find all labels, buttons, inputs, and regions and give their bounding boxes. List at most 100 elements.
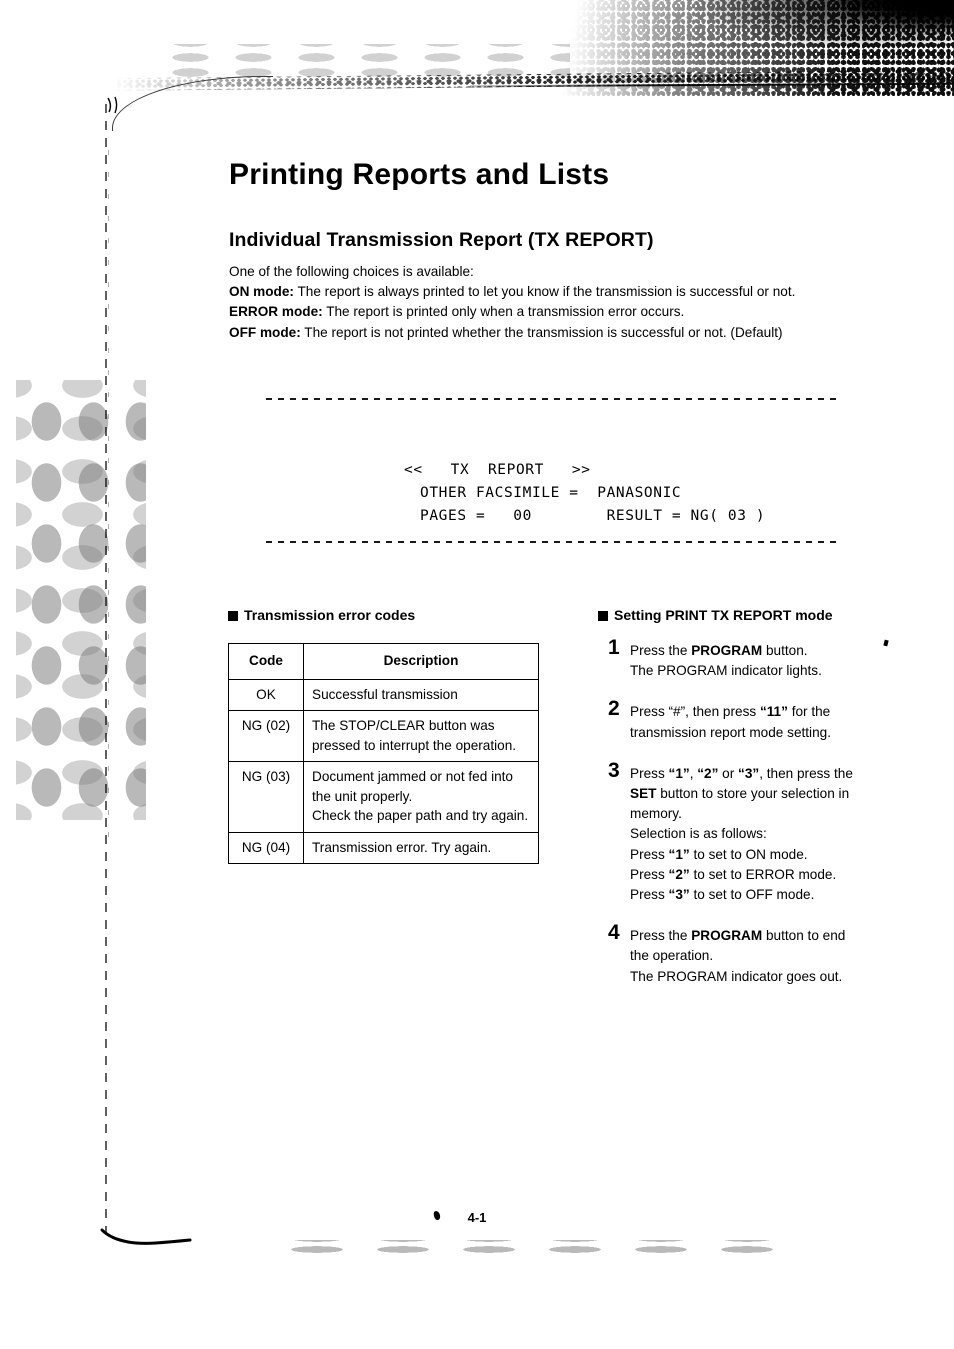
table-cell-description: Successful transmission [303, 678, 539, 711]
step-text-line: Press “1”, “2” or “3”, then press the [630, 764, 918, 784]
step-emphasis: “3” [738, 765, 760, 781]
square-bullet-icon [598, 611, 608, 621]
step-text: Press the [630, 643, 692, 658]
intro-mode-error-text: The report is printed only when a transm… [326, 304, 685, 320]
intro-mode-on-label: ON mode [229, 284, 290, 300]
intro-mode-on-separator: : [289, 284, 294, 300]
step-item: 3 Press “1”, “2” or “3”, then press the SE… [598, 758, 918, 905]
step-text-line: the operation. [630, 946, 918, 966]
section-title: Individual Transmission Report (TX REPOR… [229, 229, 654, 252]
table-cell-code: OK [228, 678, 304, 711]
table-cell-code: NG (02) [228, 710, 304, 762]
step-text: The PROGRAM indicator lights. [630, 663, 822, 679]
step-text: The PROGRAM indicator goes out. [630, 968, 843, 984]
step-text-line: Press “#”, then press “11” for the [630, 702, 918, 722]
intro-lead: One of the following choices is availabl… [229, 264, 474, 279]
step-item: 2 Press “#”, then press “11” for the trans… [598, 697, 918, 743]
step-text: Press [630, 866, 669, 882]
step-text: Press [630, 846, 669, 862]
error-codes-heading: Transmission error codes [228, 607, 415, 623]
intro-mode-error: ERROR mode: The report is printed only w… [229, 302, 919, 322]
table-header-description: Description [303, 643, 539, 680]
step-text: Press [630, 765, 669, 781]
step-emphasis: “2” [697, 765, 719, 781]
step-emphasis: “2” [668, 866, 690, 882]
square-bullet-icon [228, 611, 238, 621]
setting-mode-steps: 1 Press the PROGRAM button. The PROGRAM in… [598, 636, 918, 1008]
step-text: Press [630, 887, 669, 903]
step-text: to set to OFF mode. [689, 887, 815, 903]
step-text: to set to ON mode. [689, 846, 808, 862]
step-emphasis: “3” [668, 887, 690, 903]
step-emphasis: SET [630, 786, 657, 802]
table-header-code: Code [228, 643, 304, 680]
step-text: , then press the [759, 765, 853, 781]
step-text-line: The PROGRAM indicator goes out. [630, 967, 918, 987]
table-cell-description: Document jammed or not fed into the unit… [303, 761, 539, 833]
step-text: Press the [630, 928, 692, 944]
intro-mode-on-text: The report is always printed to let you … [297, 284, 796, 300]
step-text-line: memory. [630, 804, 918, 824]
step-emphasis: “1” [668, 765, 690, 781]
fax-sample-line-2: OTHER FACSIMILE = PANASONIC [420, 485, 682, 501]
fax-sample-line-1: << TX REPORT >> [404, 462, 591, 478]
step-text: to set to ERROR mode. [689, 866, 837, 882]
footer-page-number: 4-1 [467, 1210, 487, 1225]
setting-mode-heading: Setting PRINT TX REPORT mode [598, 607, 833, 623]
step-text: button to store your selection in [656, 786, 850, 802]
step-text-line: Selection is as follows: [630, 824, 918, 844]
table-header-row: Code Description [228, 643, 539, 680]
step-text: Press “#”, then press [630, 704, 760, 720]
intro-mode-off: OFF mode: The report is not printed whet… [229, 323, 919, 343]
step-text-line: Press “3” to set to OFF mode. [630, 885, 918, 905]
step-emphasis: PROGRAM [691, 643, 763, 658]
table-cell-description: Transmission error. Try again. [303, 831, 539, 864]
intro-mode-error-label: ERROR mode [229, 304, 319, 320]
intro-mode-on: ON mode: The report is always printed to… [229, 282, 919, 302]
step-emphasis: “1” [668, 846, 690, 862]
intro-mode-off-separator: : [296, 324, 301, 340]
step-number: 3 [608, 758, 620, 782]
fax-report-sample: << TX REPORT >> OTHER FACSIMILE = PANASO… [404, 436, 765, 551]
table-row: NG (04) Transmission error. Try again. [228, 831, 539, 864]
step-text: button. [762, 643, 808, 658]
step-text-line: Press “2” to set to ERROR mode. [630, 865, 918, 885]
step-emphasis: “11” [759, 704, 788, 720]
intro-mode-error-separator: : [318, 304, 323, 320]
step-text-line: transmission report mode setting. [630, 723, 918, 743]
step-text-line: The PROGRAM indicator lights. [630, 661, 918, 681]
table-row: OK Successful transmission [228, 678, 539, 711]
intro-mode-off-label: OFF mode [229, 324, 297, 340]
step-item: 4 Press the PROGRAM button to end the oper… [598, 921, 918, 987]
step-text: the operation. [630, 948, 714, 964]
step-number: 2 [608, 697, 620, 721]
step-emphasis: PROGRAM [691, 928, 763, 944]
table-body: OK Successful transmission NG (02) The S… [228, 678, 539, 864]
step-item: 1 Press the PROGRAM button. The PROGRAM in… [598, 636, 918, 681]
table-cell-code: NG (03) [228, 761, 304, 833]
step-text: memory. [630, 806, 682, 822]
error-codes-table: Code Description OK Successful transmiss… [228, 643, 539, 864]
sample-divider-top [266, 398, 838, 400]
table-row: NG (02) The STOP/CLEAR button was presse… [228, 710, 539, 762]
fax-sample-line-3: PAGES = 00 RESULT = NG( 03 ) [420, 508, 766, 524]
intro-paragraph: One of the following choices is availabl… [229, 262, 919, 343]
table-row: NG (03) Document jammed or not fed into … [228, 761, 539, 833]
step-text: for the [787, 704, 831, 720]
step-text: Selection is as follows: [630, 826, 767, 842]
step-text-line: Press the PROGRAM button. [630, 641, 918, 661]
page-title: Printing Reports and Lists [229, 158, 610, 192]
table-cell-description: The STOP/CLEAR button was pressed to int… [303, 710, 539, 762]
step-text-line: Press the PROGRAM button to end [630, 926, 918, 946]
intro-mode-off-text: The report is not printed whether the tr… [304, 324, 783, 340]
step-number: 4 [608, 921, 620, 945]
step-text: or [718, 765, 739, 781]
error-codes-heading-label: Transmission error codes [244, 607, 416, 623]
step-text: button to end [762, 928, 846, 944]
step-text-line: SET button to store your selection in [630, 784, 918, 804]
scanned-manual-page: Printing Reports and Lists Individual Tr… [0, 0, 954, 1349]
sample-divider-bottom [266, 541, 838, 543]
setting-mode-heading-label: Setting PRINT TX REPORT mode [614, 607, 833, 623]
step-number: 1 [608, 636, 620, 659]
table-cell-code: NG (04) [228, 831, 304, 864]
